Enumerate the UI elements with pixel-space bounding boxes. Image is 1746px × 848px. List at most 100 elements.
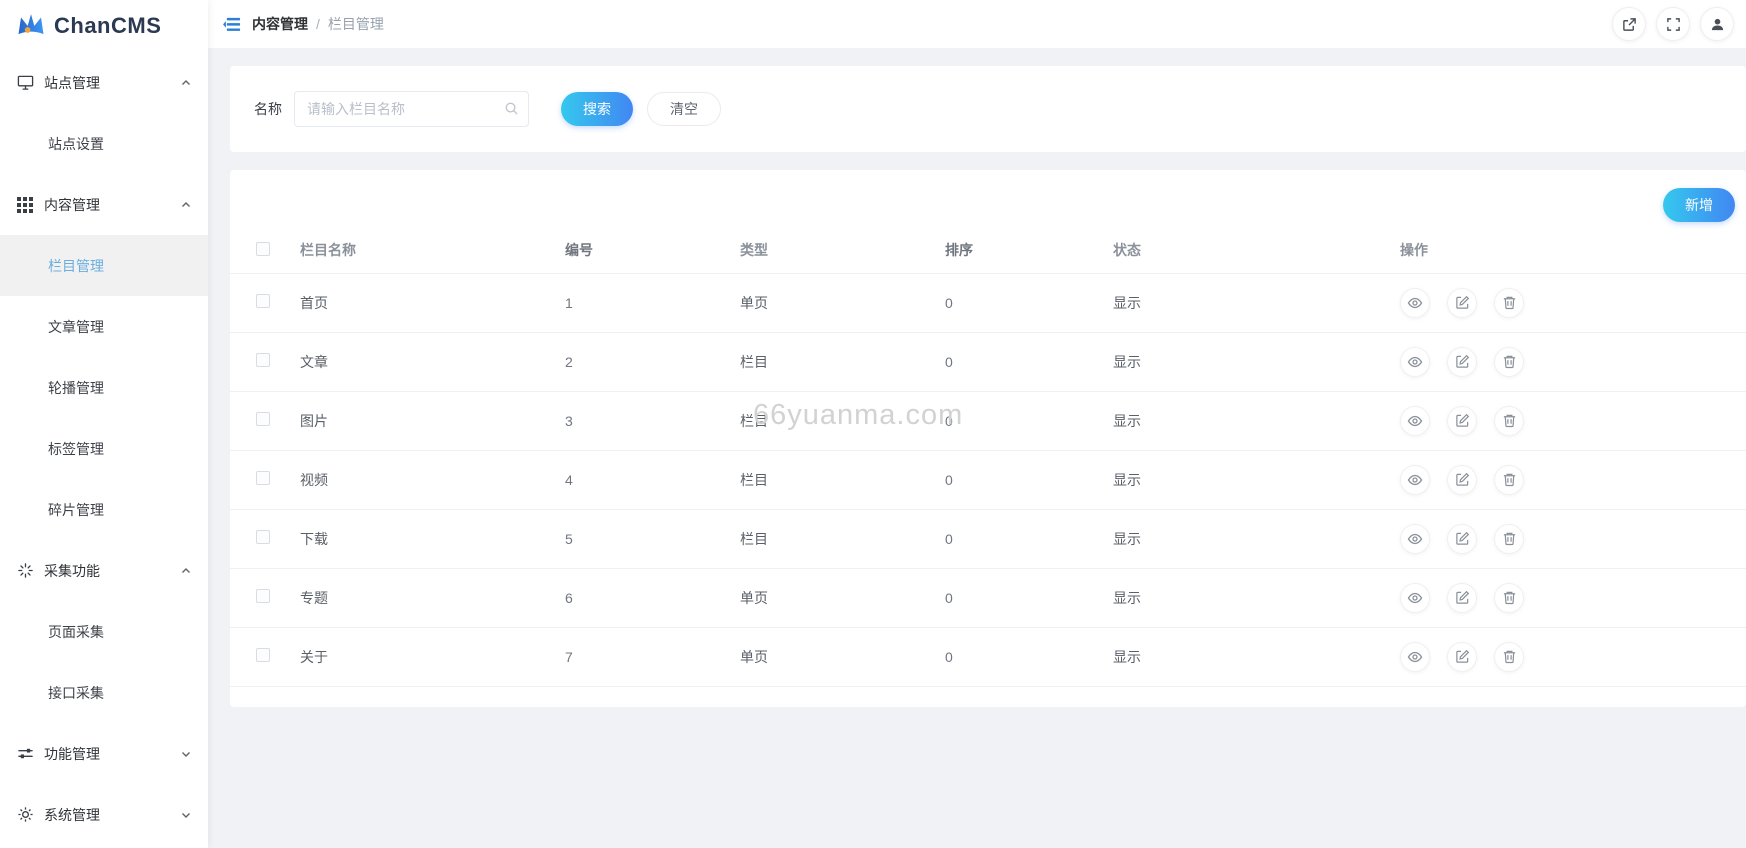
logo-title: ChanCMS xyxy=(54,13,161,39)
row-checkbox[interactable] xyxy=(256,294,270,308)
view-button[interactable] xyxy=(1400,583,1430,613)
search-field-label: 名称 xyxy=(254,99,282,119)
edit-button[interactable] xyxy=(1447,288,1477,318)
view-icon xyxy=(1407,649,1423,665)
main-area: 内容管理 / 栏目管理 xyxy=(208,0,1746,848)
chevron-up-icon xyxy=(180,77,192,89)
view-button[interactable] xyxy=(1400,465,1430,495)
top-bar: 内容管理 / 栏目管理 xyxy=(208,0,1746,48)
app-window: ChanCMS 站点管理 站点设置 xyxy=(0,0,1746,848)
edit-button[interactable] xyxy=(1447,406,1477,436)
row-checkbox[interactable] xyxy=(256,471,270,485)
sidebar-item-site-settings[interactable]: 站点设置 xyxy=(0,113,208,174)
sidebar-item-feature-management[interactable]: 功能管理 xyxy=(0,723,208,784)
view-button[interactable] xyxy=(1400,406,1430,436)
table-row: 专题 6 单页 0 显示 xyxy=(230,568,1746,627)
delete-button[interactable] xyxy=(1494,524,1524,554)
edit-button[interactable] xyxy=(1447,583,1477,613)
column-header-id: 编号 xyxy=(565,228,740,273)
breadcrumb: 内容管理 / 栏目管理 xyxy=(252,14,384,34)
row-actions xyxy=(1400,583,1746,613)
cell-status: 显示 xyxy=(1113,627,1400,686)
delete-button[interactable] xyxy=(1494,642,1524,672)
delete-button[interactable] xyxy=(1494,465,1524,495)
table-panel: 新增 栏目名称 编号 类型 排序 状态 xyxy=(230,170,1746,707)
add-button[interactable]: 新增 xyxy=(1663,188,1735,222)
view-button[interactable] xyxy=(1400,347,1430,377)
table-row: 首页 1 单页 0 显示 xyxy=(230,273,1746,332)
cell-name: 图片 xyxy=(300,391,565,450)
row-checkbox[interactable] xyxy=(256,530,270,544)
sidebar-item-page-collect[interactable]: 页面采集 xyxy=(0,601,208,662)
cell-name: 视频 xyxy=(300,450,565,509)
cell-status: 显示 xyxy=(1113,332,1400,391)
sidebar-item-system-management[interactable]: 系统管理 xyxy=(0,784,208,845)
delete-button[interactable] xyxy=(1494,583,1524,613)
cell-type: 单页 xyxy=(740,273,945,332)
cell-sort: 0 xyxy=(945,450,1113,509)
table-header-row: 栏目名称 编号 类型 排序 状态 操作 xyxy=(230,228,1746,273)
fullscreen-button[interactable] xyxy=(1656,7,1690,41)
sidebar-item-collect-function[interactable]: 采集功能 xyxy=(0,540,208,601)
sidebar: ChanCMS 站点管理 站点设置 xyxy=(0,0,208,848)
delete-button[interactable] xyxy=(1494,406,1524,436)
delete-icon xyxy=(1502,531,1517,546)
row-checkbox[interactable] xyxy=(256,353,270,367)
sidebar-item-fragment-management[interactable]: 碎片管理 xyxy=(0,479,208,540)
cell-name: 首页 xyxy=(300,273,565,332)
cell-type: 栏目 xyxy=(740,450,945,509)
cell-status: 显示 xyxy=(1113,450,1400,509)
clear-button[interactable]: 清空 xyxy=(647,92,721,126)
cell-sort: 0 xyxy=(945,509,1113,568)
select-all-checkbox[interactable] xyxy=(256,242,270,256)
monitor-icon xyxy=(16,74,34,92)
view-icon xyxy=(1407,354,1423,370)
sidebar-item-content-management[interactable]: 内容管理 xyxy=(0,174,208,235)
view-button[interactable] xyxy=(1400,524,1430,554)
search-input[interactable] xyxy=(294,91,529,127)
sidebar-item-carousel-management[interactable]: 轮播管理 xyxy=(0,357,208,418)
table-toolbar: 新增 xyxy=(230,170,1746,228)
cell-id: 6 xyxy=(565,568,740,627)
edit-button[interactable] xyxy=(1447,524,1477,554)
sidebar-item-tag-management[interactable]: 标签管理 xyxy=(0,418,208,479)
user-button[interactable] xyxy=(1700,7,1734,41)
table-row: 图片 3 栏目 0 显示 xyxy=(230,391,1746,450)
cell-name: 文章 xyxy=(300,332,565,391)
view-icon xyxy=(1407,295,1423,311)
sidebar-item-article-management[interactable]: 文章管理 xyxy=(0,296,208,357)
cell-sort: 0 xyxy=(945,627,1113,686)
view-button[interactable] xyxy=(1400,642,1430,672)
sidebar-item-api-collect[interactable]: 接口采集 xyxy=(0,662,208,723)
edit-icon xyxy=(1455,531,1470,546)
sidebar-item-column-management[interactable]: 栏目管理 xyxy=(0,235,208,296)
edit-button[interactable] xyxy=(1447,465,1477,495)
sidebar-item-site-management[interactable]: 站点管理 xyxy=(0,52,208,113)
topbar-actions xyxy=(1612,7,1734,41)
edit-icon xyxy=(1455,649,1470,664)
row-actions xyxy=(1400,465,1746,495)
grid-icon xyxy=(16,196,34,214)
page-content: 名称 搜索 清空 新增 xyxy=(208,48,1746,848)
sidebar-item-label: 功能管理 xyxy=(44,744,180,764)
sidebar-fold-icon[interactable] xyxy=(218,10,246,38)
cell-type: 单页 xyxy=(740,568,945,627)
edit-button[interactable] xyxy=(1447,642,1477,672)
row-checkbox[interactable] xyxy=(256,412,270,426)
search-button[interactable]: 搜索 xyxy=(561,92,633,126)
user-icon xyxy=(1710,17,1725,32)
cell-id: 7 xyxy=(565,627,740,686)
view-icon xyxy=(1407,590,1423,606)
row-checkbox[interactable] xyxy=(256,648,270,662)
view-button[interactable] xyxy=(1400,288,1430,318)
search-icon xyxy=(504,101,519,119)
edit-button[interactable] xyxy=(1447,347,1477,377)
sliders-icon xyxy=(16,745,34,763)
row-checkbox[interactable] xyxy=(256,589,270,603)
cell-sort: 0 xyxy=(945,568,1113,627)
external-link-button[interactable] xyxy=(1612,7,1646,41)
delete-button[interactable] xyxy=(1494,347,1524,377)
cell-id: 5 xyxy=(565,509,740,568)
delete-button[interactable] xyxy=(1494,288,1524,318)
breadcrumb-section[interactable]: 内容管理 xyxy=(252,14,308,34)
